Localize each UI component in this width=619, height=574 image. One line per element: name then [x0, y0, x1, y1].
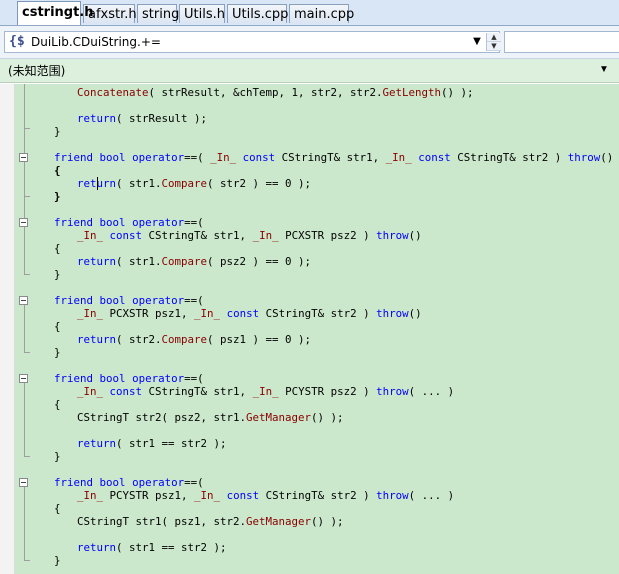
code-line[interactable]: _In_ const CStringT& str1, _In_ PCXSTR p…: [77, 229, 422, 242]
code-line[interactable]: _In_ const CStringT& str1, _In_ PCYSTR p…: [77, 385, 454, 398]
text-cursor: [97, 177, 98, 190]
tab-main-cpp[interactable]: main.cpp: [289, 4, 354, 23]
document-tab-strip: cstringt.h afxstr.h string Utils.h Utils…: [0, 0, 619, 26]
tab-utils-cpp[interactable]: Utils.cpp: [227, 4, 288, 23]
chevron-down-icon[interactable]: ▼: [594, 61, 614, 79]
code-line[interactable]: }: [54, 190, 61, 203]
code-line[interactable]: friend bool operator==(: [54, 476, 204, 489]
code-line[interactable]: _In_ PCXSTR psz1, _In_ const CStringT& s…: [77, 307, 422, 320]
spin-up-icon[interactable]: ▲: [487, 33, 501, 42]
code-line[interactable]: Concatenate( strResult, &chTemp, 1, str2…: [77, 86, 474, 99]
spin-down-icon[interactable]: ▼: [487, 42, 501, 51]
class-member-icon: {$: [9, 34, 25, 49]
code-line[interactable]: friend bool operator==(: [54, 294, 204, 307]
code-line[interactable]: friend bool operator==(: [54, 216, 204, 229]
tab-cstringt-h[interactable]: cstringt.h: [17, 1, 94, 25]
code-line[interactable]: {: [54, 320, 61, 333]
tab-utils-h[interactable]: Utils.h: [179, 4, 225, 23]
code-editor[interactable]: Concatenate( strResult, &chTemp, 1, str2…: [0, 84, 619, 574]
scope-bar-label: (未知范围): [8, 64, 66, 78]
code-line[interactable]: _In_ PCYSTR psz1, _In_ const CStringT& s…: [77, 489, 454, 502]
code-line[interactable]: return( str1.Compare( str2 ) == 0 );: [77, 177, 311, 190]
tab-string[interactable]: string: [137, 4, 179, 23]
navigation-bar: {$ DuiLib.CDuiString.+= ▼ ▲ ▼: [0, 26, 619, 59]
scope-dropdown-value: DuiLib.CDuiString.+=: [31, 35, 161, 49]
spin-buttons[interactable]: ▲ ▼: [486, 33, 501, 51]
code-line[interactable]: friend bool operator==( _In_ const CStri…: [54, 151, 613, 164]
scope-dropdown[interactable]: {$ DuiLib.CDuiString.+= ▼ ▲ ▼: [4, 31, 501, 53]
code-area[interactable]: Concatenate( strResult, &chTemp, 1, str2…: [0, 84, 619, 574]
code-line[interactable]: return( str1 == str2 );: [77, 541, 227, 554]
code-line[interactable]: return( strResult );: [77, 112, 207, 125]
code-line[interactable]: return( str1.Compare( psz2 ) == 0 );: [77, 255, 311, 268]
scope-bar[interactable]: (未知范围) ▼: [0, 59, 619, 83]
code-line[interactable]: }: [54, 450, 61, 463]
code-line[interactable]: }: [54, 346, 61, 359]
code-line[interactable]: CStringT str2( psz2, str1.GetManager() )…: [77, 411, 344, 424]
code-line[interactable]: return( str1 == str2 );: [77, 437, 227, 450]
code-line[interactable]: friend bool operator==(: [54, 372, 204, 385]
code-line[interactable]: }: [54, 125, 61, 138]
code-line[interactable]: {: [54, 398, 61, 411]
code-line[interactable]: CStringT str1( psz1, str2.GetManager() )…: [77, 515, 344, 528]
code-line[interactable]: {: [54, 502, 61, 515]
code-line[interactable]: {: [54, 242, 61, 255]
code-line[interactable]: {: [54, 164, 61, 177]
code-line[interactable]: }: [54, 554, 61, 567]
chevron-down-icon[interactable]: ▼: [471, 32, 483, 52]
code-line[interactable]: }: [54, 268, 61, 281]
code-line[interactable]: return( str2.Compare( psz1 ) == 0 );: [77, 333, 311, 346]
member-dropdown[interactable]: [504, 31, 619, 53]
